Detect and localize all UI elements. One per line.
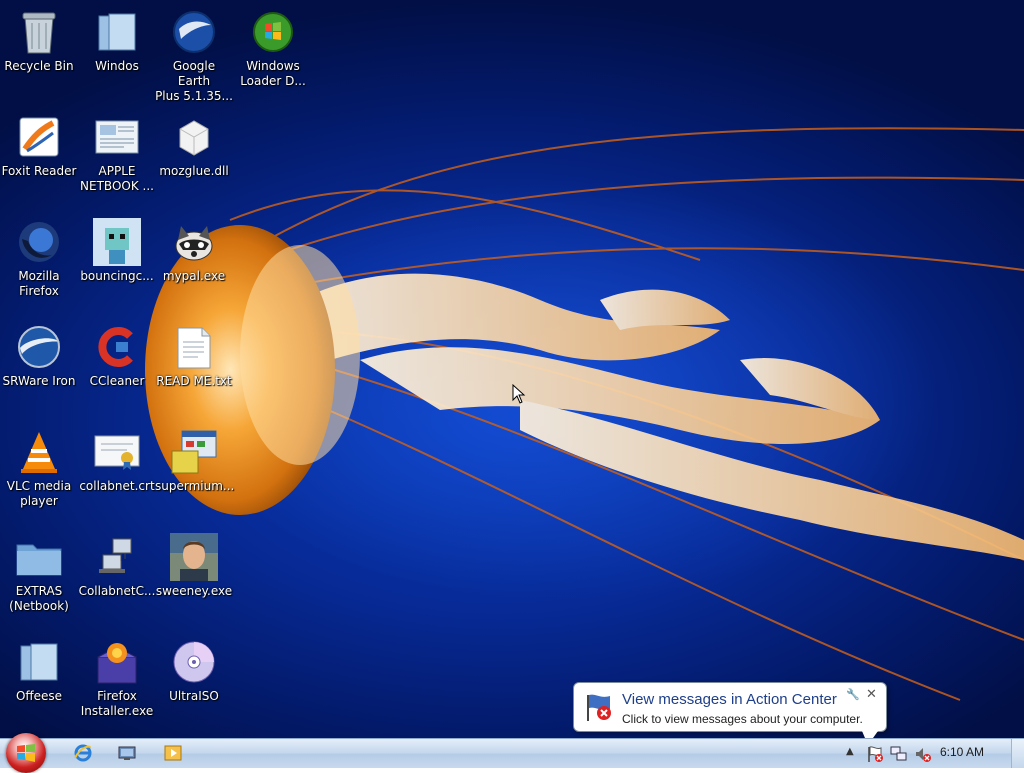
desktop-icon-label: VLC media player <box>6 479 72 508</box>
offeese-icon <box>15 638 63 686</box>
windows-loader-icon <box>249 8 297 56</box>
desktop-icon-mypal[interactable]: mypal.exe <box>155 218 233 284</box>
vlc-icon <box>15 428 63 476</box>
desktop-icon-label: Windows Loader D... <box>240 59 306 88</box>
desktop-icon-google-earth[interactable]: Google Earth Plus 5.1.35... <box>155 8 233 104</box>
mozilla-firefox-icon <box>15 218 63 266</box>
desktop-icon-windos[interactable]: Windos <box>78 8 156 74</box>
foxit-reader-icon <box>15 113 63 161</box>
extras-icon <box>15 533 63 581</box>
desktop-icon-mozglue[interactable]: mozglue.dll <box>155 113 233 179</box>
network-icon[interactable] <box>890 745 908 763</box>
desktop-icon-sweeney[interactable]: sweeney.exe <box>155 533 233 599</box>
mypal-icon <box>170 218 218 266</box>
notification-title[interactable]: View messages in Action Center <box>622 691 837 708</box>
desktop-icon-recycle-bin[interactable]: Recycle Bin <box>0 8 78 74</box>
supermium-icon <box>170 428 218 476</box>
desktop-icon-label: Mozilla Firefox <box>18 269 60 298</box>
action-center-flag-tray-icon[interactable] <box>866 745 884 763</box>
desktop-icon-foxit-reader[interactable]: Foxit Reader <box>0 113 78 179</box>
bouncingc-icon <box>93 218 141 266</box>
close-icon[interactable]: ✕ <box>866 687 877 702</box>
desktop-icon-label: READ ME.txt <box>156 374 232 388</box>
desktop-icon-label: sweeney.exe <box>155 584 233 598</box>
sweeney-icon <box>170 533 218 581</box>
desktop-icon-label: CollabnetC... <box>78 584 156 598</box>
firefox-installer-icon <box>93 638 141 686</box>
desktop-icon-label: supermium... <box>155 479 235 493</box>
desktop-icon-label: mypal.exe <box>162 269 226 283</box>
desktop-icon-readme[interactable]: READ ME.txt <box>155 323 233 389</box>
mouse-cursor <box>512 384 526 404</box>
desktop-icon-label: APPLE NETBOOK ... <box>80 164 154 193</box>
volume-muted-icon[interactable] <box>914 745 932 763</box>
desktop-icon-label: Google Earth Plus 5.1.35... <box>155 59 233 103</box>
desktop-icon-vlc[interactable]: VLC media player <box>0 428 78 509</box>
collabnet-crt-icon <box>93 428 141 476</box>
desktop-icon-srware-iron[interactable]: SRWare Iron <box>0 323 78 389</box>
desktop-icon-mozilla-firefox[interactable]: Mozilla Firefox <box>0 218 78 299</box>
desktop-icon-offeese[interactable]: Offeese <box>0 638 78 704</box>
desktop-icon-ultraiso[interactable]: UltraISO <box>155 638 233 704</box>
desktop-icon-collabnet-crt[interactable]: collabnet.crt <box>78 428 156 494</box>
wrench-icon[interactable]: 🔧 <box>846 688 860 701</box>
desktop-icon-label: SRWare Iron <box>2 374 76 388</box>
desktop-icon-label: Windos <box>95 59 139 73</box>
desktop-icon-label: CCleaner <box>89 374 145 388</box>
show-hidden-icons-arrow[interactable]: ▲ <box>846 746 854 757</box>
desktop-icon-label: Recycle Bin <box>4 59 74 73</box>
desktop-icon-label: Firefox Installer.exe <box>80 689 154 718</box>
desktop-icon-label: bouncingc... <box>80 269 154 283</box>
ccleaner-icon <box>93 323 141 371</box>
srware-iron-icon <box>15 323 63 371</box>
desktop-icon-bouncingc[interactable]: bouncingc... <box>78 218 156 284</box>
desktop-icon-windows-loader[interactable]: Windows Loader D... <box>234 8 312 89</box>
explorer-icon[interactable] <box>114 742 140 764</box>
desktop-icon-extras[interactable]: EXTRAS (Netbook) <box>0 533 78 614</box>
action-center-notification[interactable]: View messages in Action Center Click to … <box>573 682 887 745</box>
desktop-icon-label: collabnet.crt <box>79 479 155 493</box>
desktop-icon-supermium[interactable]: supermium... <box>155 428 235 494</box>
desktop-icon-label: mozglue.dll <box>159 164 229 178</box>
show-desktop-button[interactable] <box>1011 739 1024 768</box>
desktop-icon-label: Offeese <box>15 689 63 703</box>
desktop-icon-ccleaner[interactable]: CCleaner <box>78 323 156 389</box>
media-player-icon[interactable] <box>160 742 186 764</box>
desktop-icon-label: UltraISO <box>169 689 219 703</box>
clock[interactable]: 6:10 AM <box>940 745 984 759</box>
collabnetc-icon <box>93 533 141 581</box>
desktop-icon-label: Foxit Reader <box>1 164 77 178</box>
recycle-bin-icon <box>15 8 63 56</box>
action-center-flag-icon <box>587 694 611 721</box>
notification-body[interactable]: Click to view messages about your comput… <box>622 712 863 726</box>
desktop-icon-firefox-installer[interactable]: Firefox Installer.exe <box>78 638 156 719</box>
apple-netbook-icon <box>93 113 141 161</box>
desktop-icon-apple-netbook[interactable]: APPLE NETBOOK ... <box>78 113 156 194</box>
ultraiso-icon <box>170 638 218 686</box>
windos-icon <box>93 8 141 56</box>
start-button[interactable] <box>6 733 46 773</box>
windows-logo-icon <box>17 744 35 762</box>
mozglue-icon <box>170 113 218 161</box>
google-earth-icon <box>170 8 218 56</box>
taskbar: ▲ 6:10 AM <box>0 733 1024 773</box>
desktop-icon-collabnetc[interactable]: CollabnetC... <box>78 533 156 599</box>
readme-icon <box>170 323 218 371</box>
internet-explorer-icon[interactable] <box>70 742 96 764</box>
desktop[interactable]: Recycle Bin Foxit Reader Mozilla Firefox SR… <box>0 0 1024 738</box>
desktop-icon-label: EXTRAS (Netbook) <box>9 584 69 613</box>
